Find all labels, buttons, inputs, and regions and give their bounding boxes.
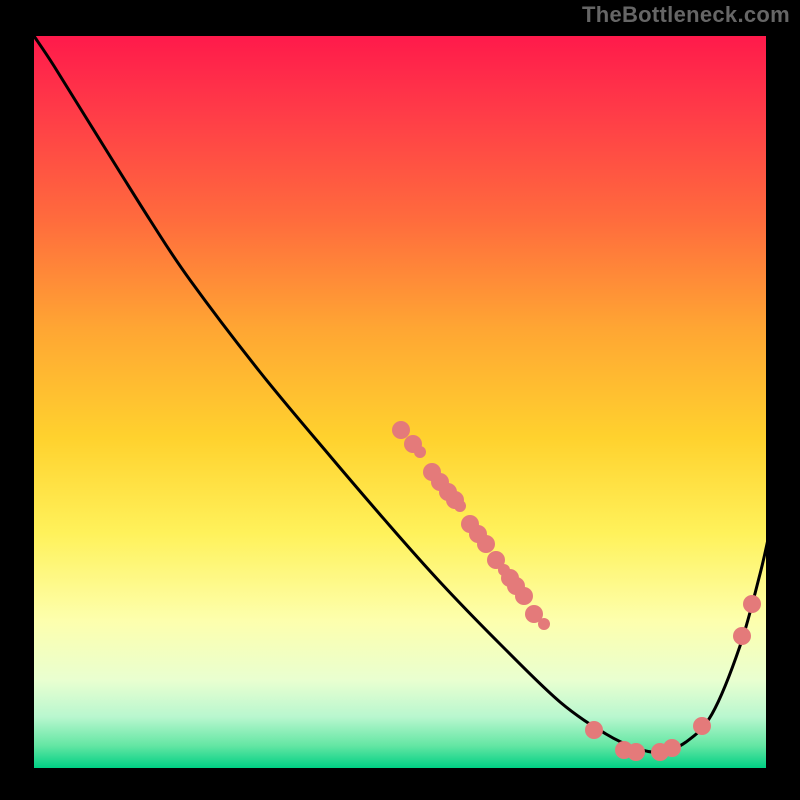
curve-dot (627, 743, 645, 761)
curve-dot (454, 500, 466, 512)
curve-dot (515, 587, 533, 605)
curve-dot (585, 721, 603, 739)
watermark-text: TheBottleneck.com (582, 2, 790, 28)
curve-dot (733, 627, 751, 645)
curve-dot (538, 618, 550, 630)
bottleneck-curve (34, 36, 770, 752)
curve-dot (743, 595, 761, 613)
curve-dot (392, 421, 410, 439)
chart-overlay-svg (0, 0, 800, 800)
curve-dot (477, 535, 495, 553)
curve-dot (663, 739, 681, 757)
curve-dot (414, 446, 426, 458)
curve-dot (693, 717, 711, 735)
